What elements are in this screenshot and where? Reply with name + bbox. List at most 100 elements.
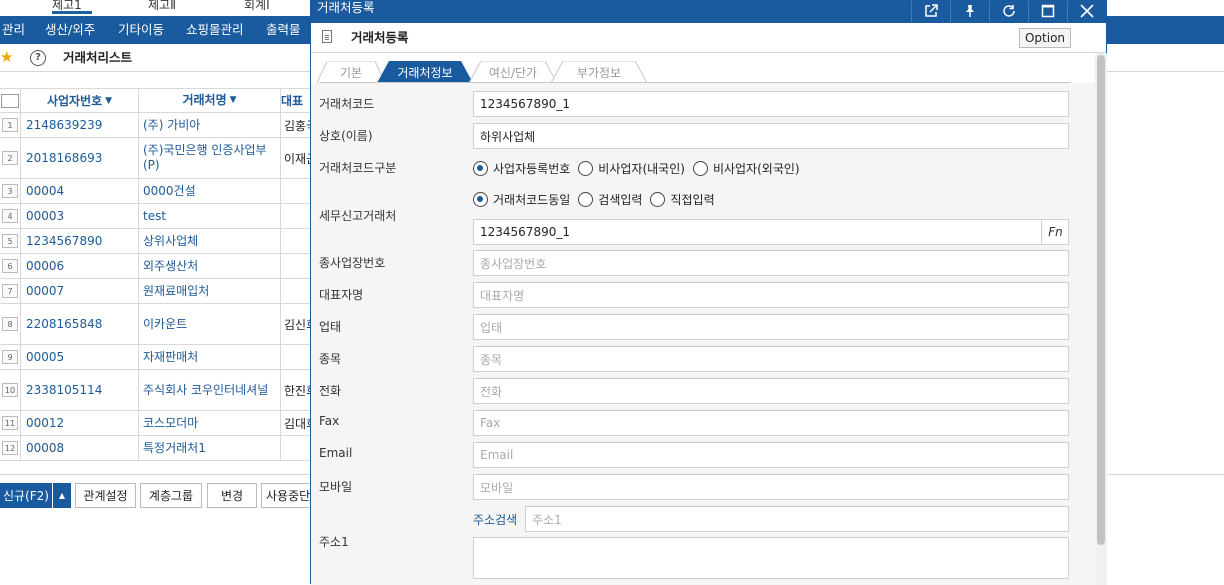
table-row[interactable]: 12 00008 특정거래처1 xyxy=(0,436,330,461)
customer-register-modal: 거래처등록 거래처등록 Option 기본 거래처정보 여신/단가 부가정보 거… xyxy=(310,0,1107,585)
row-code[interactable]: 00005 xyxy=(20,345,138,369)
row-name[interactable]: 외주생산처 xyxy=(138,254,280,278)
menu-item-shopping[interactable]: 쇼핑몰관리 xyxy=(186,16,244,44)
table-row[interactable]: 1 2148639239 (주) 가비아 김홍국 xyxy=(0,113,330,138)
row-name[interactable]: 주식회사 코우인터네셔널 xyxy=(138,370,280,410)
table-header-row: 사업자번호 ▼ 거래처명 ▼ 대표 xyxy=(0,88,330,113)
header-name[interactable]: 거래처명 ▼ xyxy=(138,89,280,112)
refresh-icon[interactable] xyxy=(990,1,1028,21)
fn-button[interactable]: Fn xyxy=(1041,219,1069,245)
tax-option-same[interactable]: 거래처코드동일 xyxy=(473,191,570,208)
new-button[interactable]: 신규(F2) xyxy=(0,483,52,508)
address-input[interactable]: 주소1 xyxy=(525,506,1069,532)
type-option-biz[interactable]: 사업자등록번호 xyxy=(473,160,570,177)
row-code[interactable]: 00007 xyxy=(20,279,138,303)
row-number: 9 xyxy=(0,345,20,369)
table-row[interactable]: 9 00005 자재판매처 xyxy=(0,345,330,370)
row-code[interactable]: 00008 xyxy=(20,436,138,460)
stop-use-button[interactable]: 사용중단 xyxy=(261,483,313,508)
email-input[interactable]: Email xyxy=(473,442,1069,468)
row-name[interactable]: 자재판매처 xyxy=(138,345,280,369)
row-code[interactable]: 00012 xyxy=(20,411,138,435)
table-row[interactable]: 8 2208165848 이카운트 김신희 xyxy=(0,304,330,345)
table-row[interactable]: 4 00003 test xyxy=(0,204,330,229)
option-button[interactable]: Option xyxy=(1019,28,1071,48)
row-code[interactable]: 2148639239 xyxy=(20,113,138,137)
row-code[interactable]: 00004 xyxy=(20,179,138,203)
maximize-icon[interactable] xyxy=(1029,1,1067,21)
change-button[interactable]: 변경 xyxy=(207,483,257,508)
row-number: 12 xyxy=(0,436,20,460)
pin-icon[interactable] xyxy=(951,1,989,21)
branch-input[interactable]: 종사업장번호 xyxy=(473,250,1069,276)
top-tab-2[interactable]: 제고Ⅱ xyxy=(148,0,188,14)
table-row[interactable]: 7 00007 원재료매입처 xyxy=(0,279,330,304)
close-icon[interactable] xyxy=(1068,1,1106,21)
header-code[interactable]: 사업자번호 ▼ xyxy=(20,89,138,112)
row-name[interactable]: 상위사업체 xyxy=(138,229,280,253)
modal-scrollbar[interactable] xyxy=(1095,53,1107,585)
row-code[interactable]: 00006 xyxy=(20,254,138,278)
top-tab-3[interactable]: 회계Ⅰ xyxy=(244,0,284,14)
row-name[interactable]: 코스모더마 xyxy=(138,411,280,435)
row-name[interactable]: (주) 가비아 xyxy=(138,113,280,137)
tax-option-direct[interactable]: 직접입력 xyxy=(650,191,715,208)
radio-label: 비사업자(외국인) xyxy=(712,161,800,176)
fax-input[interactable]: Fax xyxy=(473,410,1069,436)
row-number: 2 xyxy=(0,138,20,178)
phone-input[interactable]: 전화 xyxy=(473,378,1069,404)
menu-item-production[interactable]: 생산/외주 xyxy=(45,16,95,44)
row-code[interactable]: 2208165848 xyxy=(20,304,138,344)
type-option-domestic[interactable]: 비사업자(내국인) xyxy=(578,160,685,177)
help-icon[interactable]: ? xyxy=(30,50,46,66)
row-code[interactable]: 2018168693 xyxy=(20,138,138,178)
mobile-input[interactable]: 모바일 xyxy=(473,474,1069,500)
table-row[interactable]: 3 00004 0000건설 xyxy=(0,179,330,204)
relation-button[interactable]: 관계설정 xyxy=(75,483,136,508)
ceo-input[interactable]: 대표자명 xyxy=(473,282,1069,308)
row-code[interactable]: 00003 xyxy=(20,204,138,228)
table-row[interactable]: 10 2338105114 주식회사 코우인터네셔널 한진희 xyxy=(0,370,330,411)
table-row[interactable]: 2 2018168693 (주)국민은행 인증사업부(P) 이재근 xyxy=(0,138,330,179)
row-name[interactable]: 특정거래처1 xyxy=(138,436,280,460)
tab-basic[interactable]: 기본 xyxy=(317,61,385,83)
row-name[interactable]: (주)국민은행 인증사업부(P) xyxy=(138,138,280,178)
table-row[interactable]: 6 00006 외주생산처 xyxy=(0,254,330,279)
top-tab-1[interactable]: 제고1 xyxy=(52,0,92,14)
hierarchy-button[interactable]: 계층그룹 xyxy=(140,483,202,508)
name-input[interactable]: 하위사업체 xyxy=(473,123,1069,149)
menu-item-etc-move[interactable]: 기타이동 xyxy=(118,16,164,44)
table-row[interactable]: 5 1234567890 상위사업체 xyxy=(0,229,330,254)
modal-titlebar[interactable]: 거래처등록 xyxy=(311,1,1106,23)
top-tab-label: 제고Ⅱ xyxy=(148,0,176,12)
select-all-checkbox[interactable] xyxy=(0,89,20,112)
row-number-label: 4 xyxy=(2,209,18,223)
radio-icon xyxy=(578,191,594,207)
tax-input[interactable]: 1234567890_1 xyxy=(473,219,1069,245)
row-code[interactable]: 2338105114 xyxy=(20,370,138,410)
table-row[interactable]: 11 00012 코스모더마 김대희 xyxy=(0,411,330,436)
code-input[interactable]: 1234567890_1 xyxy=(473,91,1069,117)
row-code[interactable]: 1234567890 xyxy=(20,229,138,253)
popout-icon[interactable] xyxy=(912,1,950,21)
type-option-foreign[interactable]: 비사업자(외국인) xyxy=(692,160,800,177)
row-name[interactable]: 이카운트 xyxy=(138,304,280,344)
item-input[interactable]: 종목 xyxy=(473,346,1069,372)
tab-credit-price[interactable]: 여신/단가 xyxy=(469,61,557,83)
tab-customer-info[interactable]: 거래처정보 xyxy=(377,61,473,83)
radio-checked-icon xyxy=(473,191,488,207)
biz-type-input[interactable]: 업태 xyxy=(473,314,1069,340)
address-detail-input[interactable] xyxy=(473,537,1069,579)
star-icon[interactable]: ★ xyxy=(0,48,14,66)
row-name[interactable]: 0000건설 xyxy=(138,179,280,203)
radio-icon xyxy=(650,191,666,207)
row-name[interactable]: test xyxy=(138,204,280,228)
menu-item-print[interactable]: 출력물 xyxy=(266,16,301,44)
tab-additional[interactable]: 부가정보 xyxy=(551,61,647,83)
new-dropdown-icon[interactable]: ▲ xyxy=(53,483,71,508)
scroll-thumb[interactable] xyxy=(1097,55,1105,545)
tax-option-search[interactable]: 검색입력 xyxy=(578,191,642,208)
address-search-button[interactable]: 주소검색 xyxy=(473,511,517,528)
row-name[interactable]: 원재료매입처 xyxy=(138,279,280,303)
menu-item-manage[interactable]: 관리 xyxy=(2,16,25,44)
